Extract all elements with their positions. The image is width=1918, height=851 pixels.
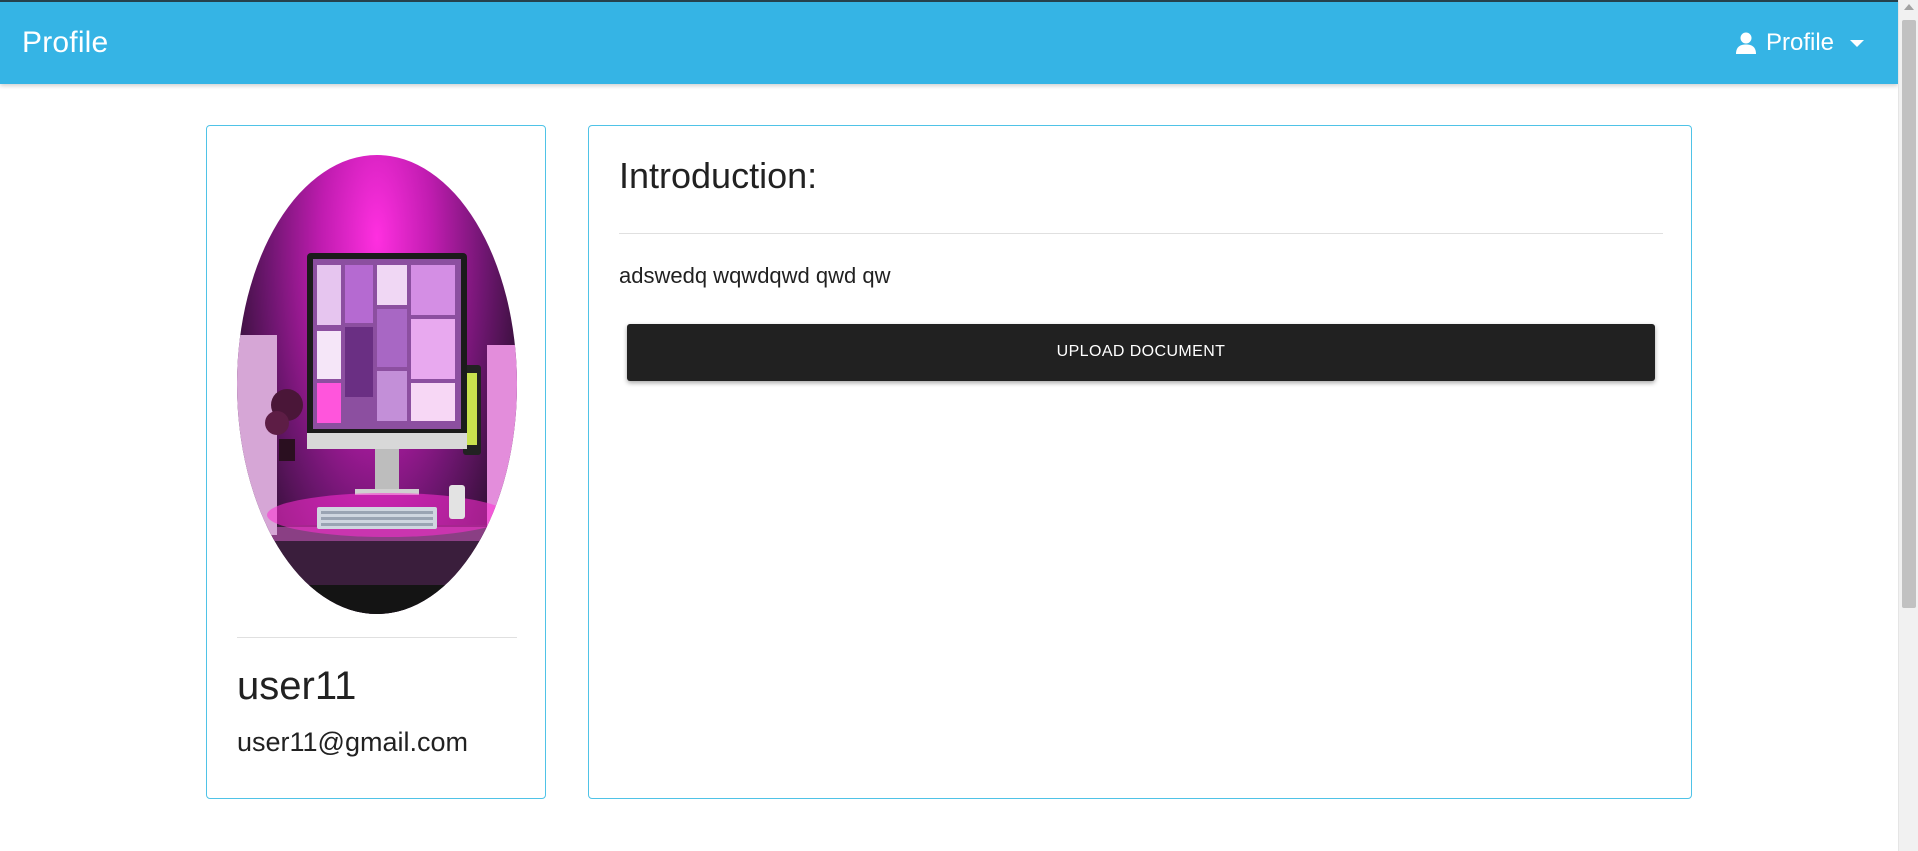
user-icon <box>1735 32 1756 54</box>
upload-document-button[interactable]: UPLOAD DOCUMENT <box>627 323 1655 381</box>
profile-card: user11 user11@gmail.com <box>206 125 546 799</box>
introduction-card: Introduction: adswedq wqwdqwd qwd qw UPL… <box>588 125 1692 799</box>
scrollbar-thumb[interactable] <box>1902 20 1916 608</box>
profile-dropdown-label: Profile <box>1765 29 1834 56</box>
profile-dropdown-toggle[interactable]: Profile <box>1735 29 1876 57</box>
avatar <box>237 155 517 614</box>
introduction-divider <box>619 232 1663 234</box>
brand-title[interactable]: Profile <box>22 26 108 60</box>
profile-divider <box>237 637 517 638</box>
user-email: user11@gmail.com <box>237 727 468 757</box>
caret-down-icon <box>1850 39 1864 47</box>
page: Profile Profile user11 user11@gmail.com … <box>0 0 1918 851</box>
introduction-heading: Introduction: <box>619 155 818 196</box>
introduction-text: adswedq wqwdqwd qwd qw <box>619 262 891 288</box>
username: user11 <box>237 664 357 708</box>
scroll-up-arrow-icon[interactable] <box>1904 4 1914 10</box>
vertical-scrollbar[interactable] <box>1898 0 1918 851</box>
top-navbar: Profile Profile <box>0 0 1898 84</box>
